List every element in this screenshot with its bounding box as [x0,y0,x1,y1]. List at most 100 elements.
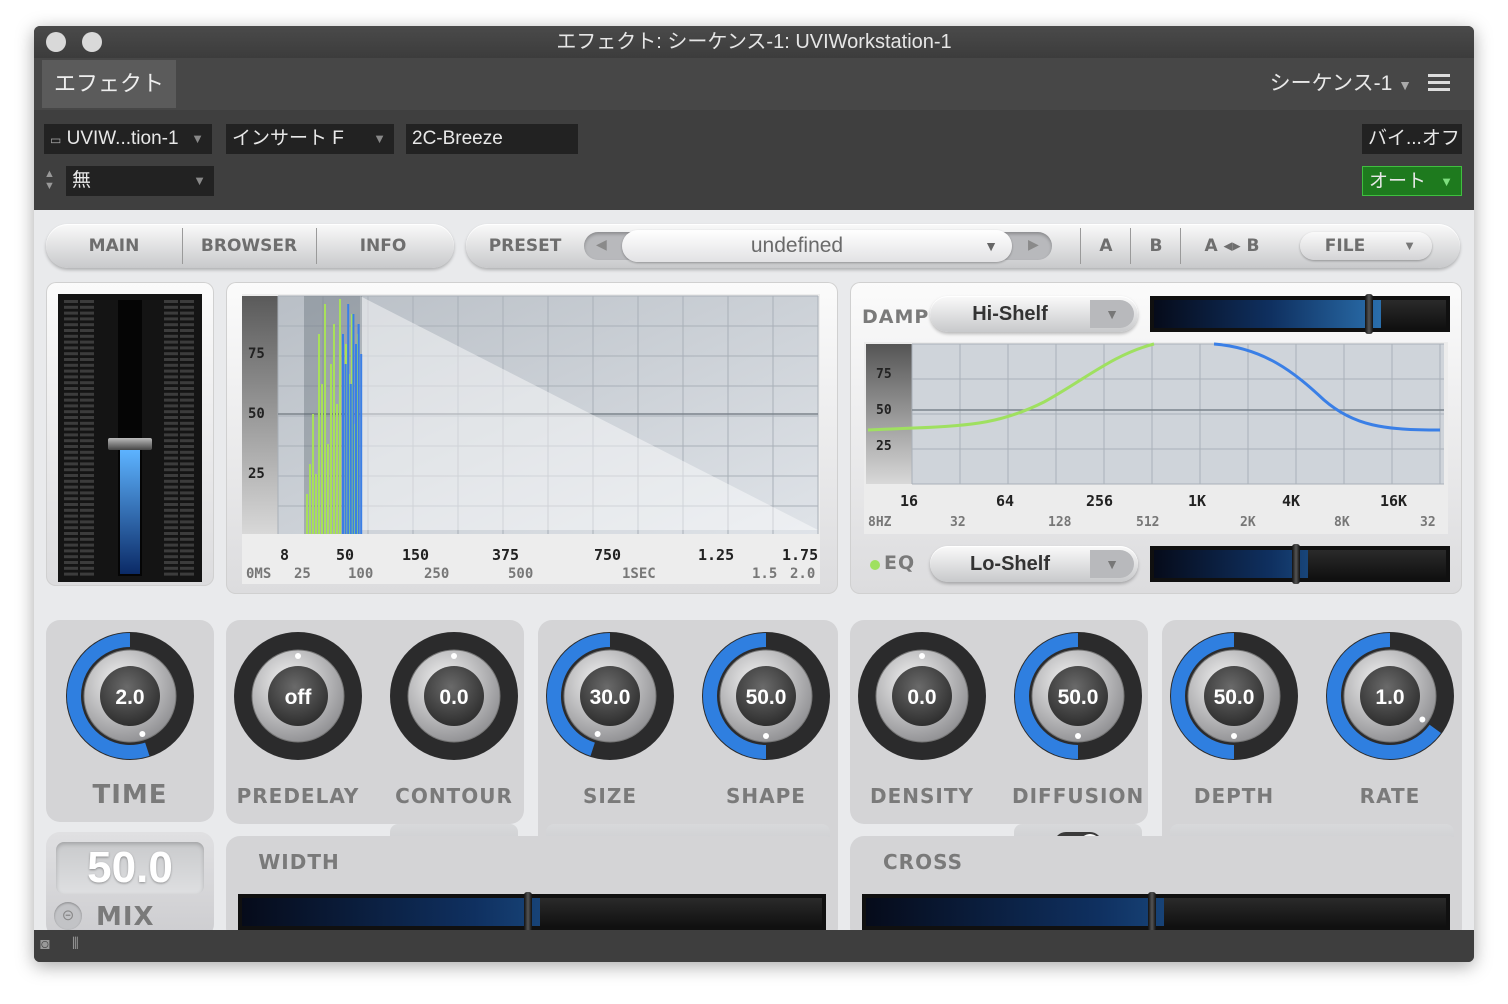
preset-bar: PRESET ◀ ▶ undefined ▼ A B A ◂▸ B FILE ▼ [466,224,1460,268]
lock-icon[interactable]: ⊝ [54,902,82,930]
next-preset-icon[interactable]: ▶ [1028,236,1039,253]
plugin-icon: ▭ [50,133,62,147]
meter-segment [64,450,78,454]
meter-segment [164,305,178,309]
knob-value: 50.0 [746,686,787,709]
menu-icon[interactable] [1428,74,1450,92]
contour-knob[interactable]: 0.0 [388,630,520,762]
divider [1130,228,1131,264]
chevron-down-icon: ▼ [1090,300,1134,328]
cross-slider[interactable] [862,892,1450,932]
meter-segment [164,410,178,414]
damp-label: DAMP [862,306,930,328]
reflection-bar [355,344,357,534]
size-knob[interactable]: 30.0 [544,630,676,762]
reverb-plugin: MAIN BROWSER INFO PRESET ◀ ▶ undefined ▼… [34,210,1474,942]
automation-select[interactable]: オート ▼ [1362,166,1462,196]
meter-segment [64,479,78,483]
knob-value: 1.0 [1375,686,1404,709]
width-slider[interactable] [238,892,826,932]
file-menu[interactable]: FILE ▼ [1300,232,1432,260]
meter-segment [164,329,178,332]
damp-level-slider[interactable] [1150,294,1450,334]
eq-level-slider[interactable] [1150,544,1450,584]
depth-knob[interactable]: 50.0 [1168,630,1300,762]
meter-segment [180,549,194,553]
tick-label: 1.25 [698,546,734,564]
meter-segment [64,532,78,535]
knob-pointer [1231,733,1237,739]
tick-label: 150 [402,546,429,564]
slider-handle[interactable] [1148,892,1156,932]
damp-type-select[interactable]: Hi-Shelf ▼ [930,296,1138,332]
copy-ab-button[interactable]: A ◂▸ B [1182,224,1282,268]
meter-segment [180,462,194,466]
reflection-bar [306,494,308,534]
title-bar[interactable]: エフェクト: シーケンス-1: UVIWorkstation-1 [34,26,1474,58]
preset-name-field[interactable]: 2C-Breeze [406,124,578,154]
meter-segment [80,462,94,466]
shape-knob[interactable]: 50.0 [700,630,832,762]
density-label: DENSITY [870,784,974,808]
sequence-select[interactable]: シーケンス-1 ▼ [1270,60,1412,108]
meter-segment [180,526,194,530]
bypass-button[interactable]: バイ...オフ [1362,124,1462,154]
meter-segment [64,537,78,541]
eq-curve-display: 75 50 25 16 64 256 1K 4K 16K 8HZ 32 128 512 2K 8K 32 [864,342,1448,534]
tab-info[interactable]: INFO [316,224,450,268]
chevron-down-icon: ▼ [1090,550,1134,578]
meter-segment [164,479,178,483]
reflection-bar [309,464,311,534]
y-tick-label: 25 [876,439,892,454]
meter-segment [80,352,94,356]
slider-handle[interactable] [1365,294,1373,334]
width-label: WIDTH [258,850,340,874]
y-tick-label: 50 [248,406,265,422]
tick-label: 50 [336,546,354,564]
meter-segment [80,305,94,309]
time-knob[interactable]: 2.0 [64,630,196,762]
meter-segment [180,474,194,477]
meter-segment [80,456,94,460]
insert-select[interactable]: インサート F ▼ [226,124,394,154]
plugin-select[interactable]: ▭ UVIW...tion-1 ▼ [44,124,212,154]
tab-effects[interactable]: エフェクト [42,60,176,108]
knob-pointer [919,653,925,659]
meter-segment [64,398,78,402]
eq-enable-led[interactable] [870,560,880,570]
eq-type-select[interactable]: Lo-Shelf ▼ [930,546,1138,582]
meter-segment [80,381,94,385]
diffusion-knob[interactable]: 50.0 [1012,630,1144,762]
stepper-arrows-icon[interactable]: ▲ ▼ [44,168,58,192]
meter-segment [180,514,194,518]
slider-track [1164,898,1446,926]
meter-segment [164,334,178,338]
sidechain-select[interactable]: 無 ▼ [66,166,214,196]
slider-handle[interactable] [524,892,532,932]
compare-a-button[interactable]: A [1082,224,1130,268]
meter-segment [180,416,194,419]
meter-segment [80,416,94,419]
meter-icon[interactable]: ⫴ [72,936,79,954]
mix-display[interactable]: 50.0 [56,842,204,894]
previous-preset-icon[interactable]: ◀ [596,236,607,253]
meter-segment [164,392,178,396]
output-fader-handle[interactable] [108,438,152,450]
tab-main[interactable]: MAIN [46,224,182,268]
meter-segment [180,404,194,408]
meter-segment [80,358,94,361]
meter-segment [180,537,194,541]
meter-segment [80,514,94,518]
meter-segment [164,456,178,460]
chevron-down-icon: ▼ [373,131,386,146]
camera-icon[interactable]: ◙ [40,936,50,954]
tab-browser[interactable]: BROWSER [182,224,316,268]
slider-handle[interactable] [1292,544,1300,584]
meter-segment [180,375,194,379]
rate-knob[interactable]: 1.0 [1324,630,1456,762]
compare-b-button[interactable]: B [1132,224,1180,268]
meter-segment [164,474,178,477]
density-knob[interactable]: 0.0 [856,630,988,762]
preset-menu[interactable]: undefined ▼ [622,230,1012,262]
predelay-knob[interactable]: off [232,630,364,762]
